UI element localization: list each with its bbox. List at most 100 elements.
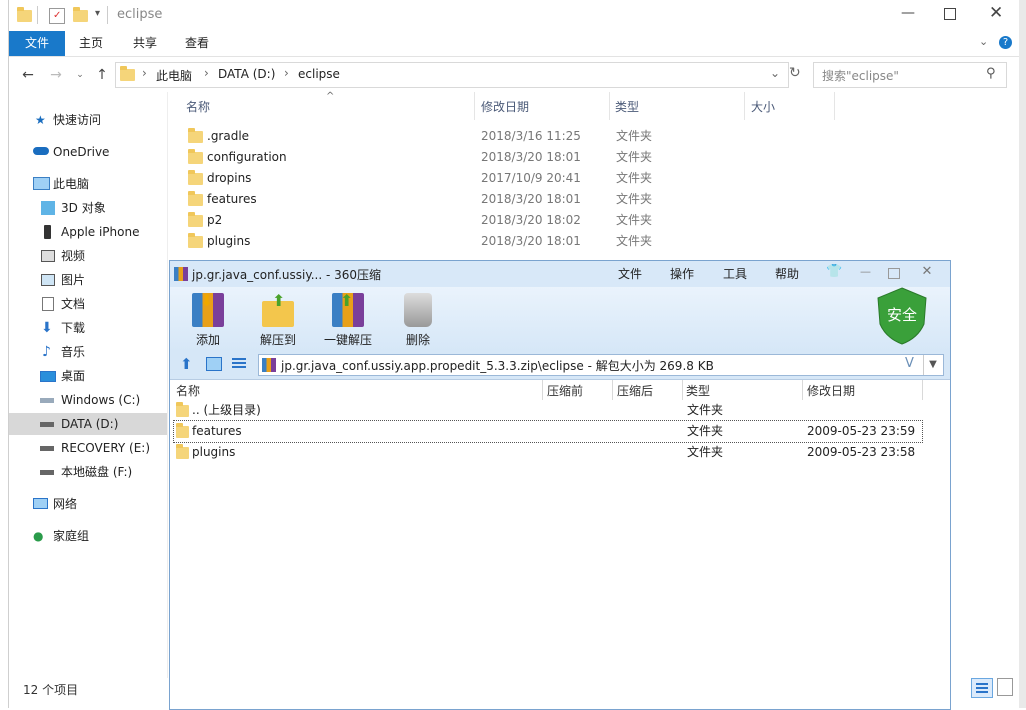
menu-actions[interactable]: 操作 (670, 265, 694, 282)
chevron-right-icon[interactable]: › (142, 66, 147, 80)
one-click-extract-button[interactable]: ⬆ 一键解压 (318, 291, 378, 349)
properties-icon[interactable]: ✓ (49, 8, 65, 24)
file-row[interactable]: configuration 2018/3/20 18:01 文件夹 (184, 147, 824, 168)
zip-row[interactable]: plugins 文件夹 2009-05-23 23:58 (174, 442, 922, 463)
zip-column-type[interactable]: 类型 (686, 382, 710, 400)
maximize-button[interactable] (944, 8, 956, 20)
nav-item-this-pc[interactable]: 此电脑 (9, 173, 167, 195)
menu-tools[interactable]: 工具 (723, 265, 747, 282)
skin-icon[interactable]: 👕 (826, 264, 842, 279)
menu-file[interactable]: 文件 (618, 265, 642, 282)
zip-row-focused[interactable]: features 文件夹 2009-05-23 23:59 (173, 420, 923, 443)
tab-share[interactable]: 共享 (123, 31, 167, 56)
nav-item-pictures[interactable]: 图片 (9, 269, 167, 291)
zip-column-modified[interactable]: 修改日期 (807, 382, 855, 400)
file-modified: 2018/3/16 11:25 (481, 129, 581, 143)
breadcrumb-eclipse[interactable]: eclipse (298, 67, 340, 81)
file-type: 文件夹 (616, 234, 653, 248)
maximize-button[interactable] (888, 268, 900, 279)
customize-dropdown-icon[interactable]: ▾ (95, 8, 100, 19)
column-separator[interactable] (682, 380, 683, 400)
column-separator[interactable] (834, 92, 835, 120)
column-modified[interactable]: 修改日期 (481, 96, 529, 118)
chevron-right-icon[interactable]: › (204, 66, 209, 80)
nav-item-drive-e[interactable]: RECOVERY (E:) (9, 437, 167, 459)
back-button[interactable]: ← (19, 66, 37, 84)
close-button[interactable]: ✕ (989, 3, 1003, 23)
nav-label: 视频 (61, 249, 86, 263)
details-view-icon[interactable] (971, 678, 993, 698)
nav-item-quick-access[interactable]: ★ 快速访问 (9, 109, 167, 131)
file-row[interactable]: dropins 2017/10/9 20:41 文件夹 (184, 168, 824, 189)
nav-item-drive-f[interactable]: 本地磁盘 (F:) (9, 461, 167, 483)
file-row[interactable]: plugins 2018/3/20 18:01 文件夹 (184, 231, 824, 252)
ribbon-tabs: 文件 主页 共享 查看 ⌄ ? (9, 31, 1019, 57)
recent-locations-icon[interactable]: ⌄ (71, 66, 89, 84)
column-separator[interactable] (474, 92, 475, 120)
zip-row-type: 文件夹 (687, 403, 724, 417)
column-separator[interactable] (542, 380, 543, 400)
column-separator[interactable] (609, 92, 610, 120)
breadcrumb-data-drive[interactable]: DATA (D:) (218, 67, 275, 81)
list-view-icon[interactable] (232, 357, 246, 369)
column-separator[interactable] (922, 380, 923, 400)
history-dropdown-icon[interactable]: ▼ (923, 355, 942, 375)
extract-to-button[interactable]: ⬆ 解压到 (248, 291, 308, 349)
column-size[interactable]: 大小 (751, 96, 775, 118)
nav-item-downloads[interactable]: ⬇ 下载 (9, 317, 167, 339)
search-input[interactable]: 搜索"eclipse" ⚲ (813, 62, 1007, 88)
column-separator[interactable] (802, 380, 803, 400)
minimize-button[interactable]: — (901, 5, 915, 21)
zip-column-before[interactable]: 压缩前 (547, 382, 583, 400)
tab-view[interactable]: 查看 (177, 31, 217, 56)
tab-file[interactable]: 文件 (9, 31, 65, 56)
nav-item-drive-d[interactable]: DATA (D:) (9, 413, 167, 435)
chevron-right-icon[interactable]: › (284, 66, 289, 80)
delete-button[interactable]: 删除 (388, 291, 448, 349)
thumbnail-view-icon[interactable] (206, 357, 222, 371)
column-type[interactable]: 类型 (615, 96, 639, 118)
nav-item-homegroup[interactable]: ● 家庭组 (9, 525, 167, 547)
zip-column-after[interactable]: 压缩后 (617, 382, 653, 400)
security-badge[interactable]: 安全 (876, 286, 928, 346)
search-icon[interactable]: ⚲ (986, 66, 996, 81)
minimize-button[interactable]: — (860, 265, 871, 278)
nav-item-videos[interactable]: 视频 (9, 245, 167, 267)
help-icon[interactable]: ? (999, 36, 1012, 49)
nav-label: 此电脑 (53, 177, 90, 191)
close-button[interactable]: ✕ (918, 263, 936, 281)
refresh-icon[interactable]: ↻ (789, 65, 801, 81)
file-row[interactable]: features 2018/3/20 18:01 文件夹 (184, 189, 824, 210)
nav-item-network[interactable]: 网络 (9, 493, 167, 515)
up-button[interactable]: ↑ (93, 66, 111, 84)
menu-help[interactable]: 帮助 (775, 265, 799, 282)
nav-item-drive-c[interactable]: Windows (C:) (9, 389, 167, 411)
address-dropdown-icon[interactable]: ⌄ (770, 66, 780, 80)
breadcrumb-this-pc[interactable]: 此电脑 (156, 67, 192, 84)
nav-item-desktop[interactable]: 桌面 (9, 365, 167, 387)
address-bar[interactable]: › 此电脑 › DATA (D:) › eclipse ⌄ (115, 62, 789, 88)
zip-row[interactable]: .. (上级目录) 文件夹 (174, 400, 922, 421)
large-icons-view-icon[interactable] (997, 678, 1013, 696)
file-row[interactable]: .gradle 2018/3/16 11:25 文件夹 (184, 126, 824, 147)
path-dropdown-icon[interactable]: V (905, 356, 914, 371)
file-name: features (207, 192, 257, 206)
nav-item-3d-objects[interactable]: 3D 对象 (9, 197, 167, 219)
ribbon-expand-icon[interactable]: ⌄ (979, 35, 988, 48)
column-separator[interactable] (612, 380, 613, 400)
column-separator[interactable] (744, 92, 745, 120)
nav-item-iphone[interactable]: Apple iPhone (9, 221, 167, 243)
column-name[interactable]: 名称 (186, 96, 210, 118)
tab-home[interactable]: 主页 (71, 31, 111, 56)
file-row[interactable]: p2 2018/3/20 18:02 文件夹 (184, 210, 824, 231)
forward-button[interactable]: → (47, 66, 65, 84)
add-button[interactable]: ⬇ 添加 (178, 291, 238, 349)
nav-item-music[interactable]: ♪ 音乐 (9, 341, 167, 363)
up-level-icon[interactable]: ⬆ (180, 355, 193, 373)
nav-item-onedrive[interactable]: OneDrive (9, 141, 167, 163)
zip-column-name[interactable]: 名称 (176, 382, 200, 400)
nav-item-documents[interactable]: 文档 (9, 293, 167, 315)
zip-path-field[interactable]: jp.gr.java_conf.ussiy.app.propedit_5.3.3… (258, 354, 944, 376)
new-folder-icon[interactable] (73, 7, 88, 22)
picture-icon (41, 274, 55, 286)
